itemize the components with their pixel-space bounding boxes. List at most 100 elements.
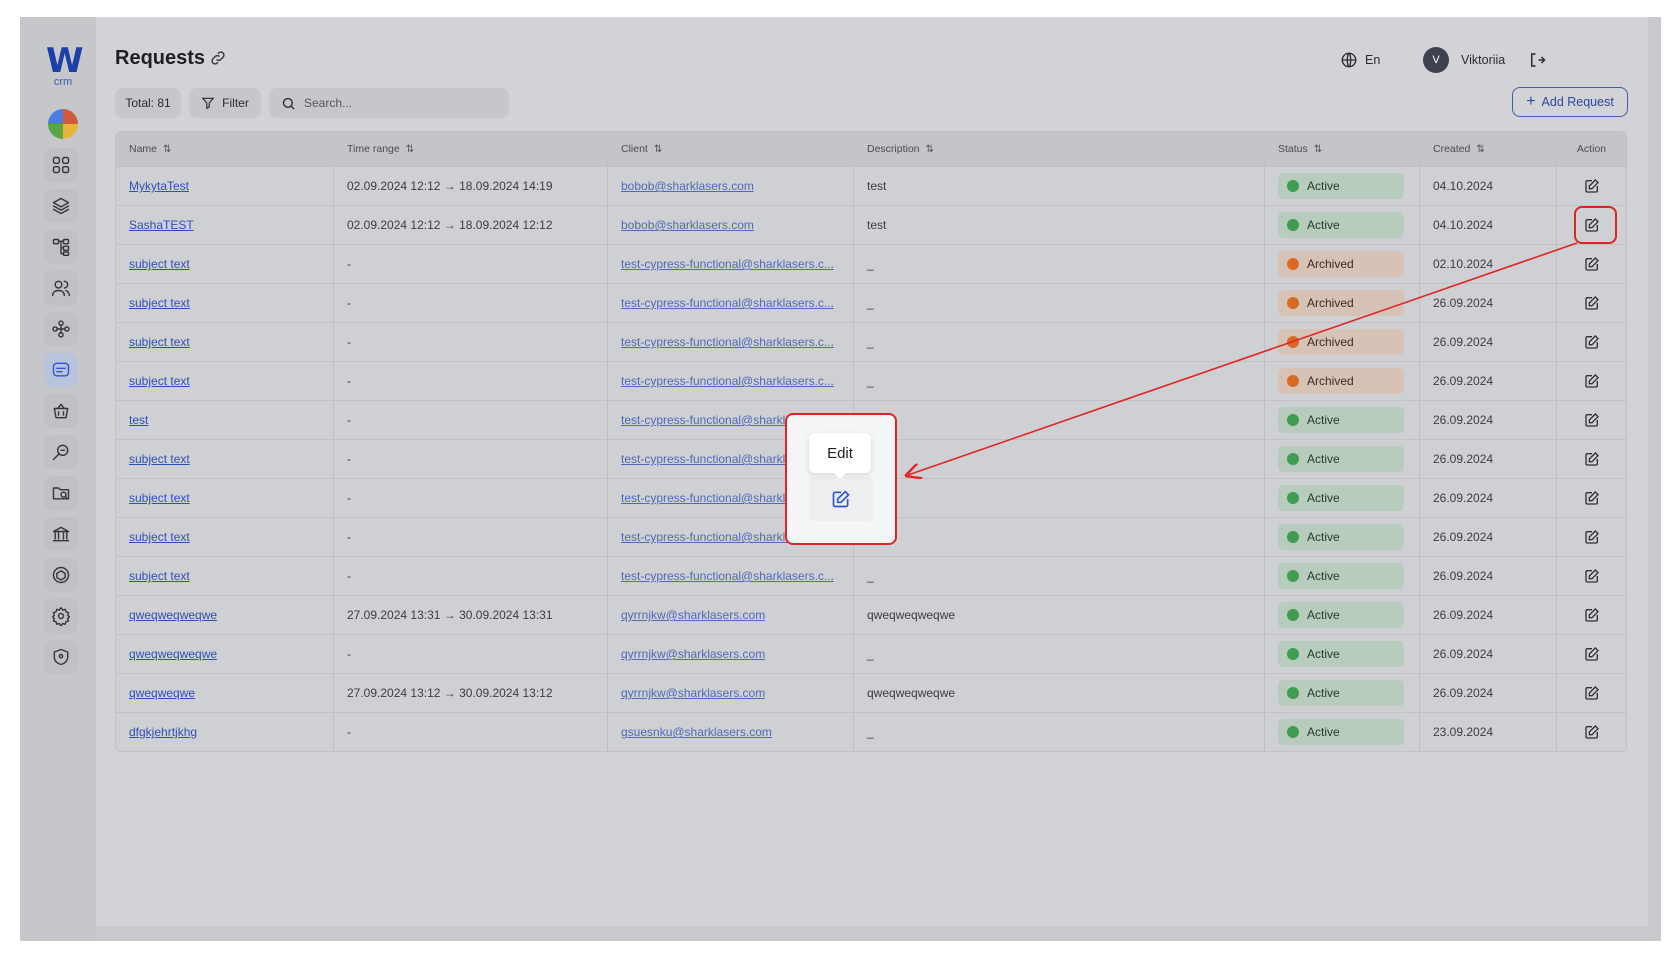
action-cell — [1557, 479, 1626, 517]
table-row[interactable]: qweqweqwe 27.09.2024 13:12 → 30.09.2024 1… — [116, 673, 1626, 712]
request-name-link[interactable]: subject text — [129, 374, 190, 388]
edit-button[interactable] — [1584, 607, 1600, 623]
status-dot-icon — [1287, 492, 1299, 504]
column-header-created[interactable]: Created ⇅ — [1420, 132, 1557, 166]
plus-icon: + — [1526, 93, 1536, 110]
client-email-link[interactable]: test-cypress-functional@sharklasers.c... — [621, 569, 834, 583]
sidebar-item-users[interactable] — [44, 271, 78, 305]
user-menu[interactable]: V Viktoriia — [1423, 47, 1505, 73]
status-badge: Active — [1278, 719, 1404, 745]
edit-button[interactable] — [1584, 451, 1600, 467]
column-header-client[interactable]: Client ⇅ — [608, 132, 854, 166]
client-email-link[interactable]: bobob@sharklasers.com — [621, 218, 754, 232]
table-row[interactable]: dfgkjehrtjkhg - gsuesnku@sharklasers.com _ A… — [116, 712, 1626, 751]
time-range-cell: - — [334, 713, 608, 751]
status-badge: Archived — [1278, 368, 1404, 394]
client-email-link[interactable]: qyrrnjkw@sharklasers.com — [621, 608, 765, 622]
sidebar-item-cube[interactable] — [44, 558, 78, 592]
sidebar-item-hierarchy[interactable] — [44, 230, 78, 264]
sidebar-item-org-structure[interactable] — [44, 312, 78, 346]
table-row[interactable]: subject text - test-cypress-functional@sha… — [116, 361, 1626, 400]
request-name-link[interactable]: subject text — [129, 530, 190, 544]
status-dot-icon — [1287, 375, 1299, 387]
edit-button[interactable] — [1584, 373, 1600, 389]
request-name-link[interactable]: qweqweqweqwe — [129, 608, 217, 622]
status-cell: Archived — [1265, 323, 1420, 361]
client-email-link[interactable]: test-cypress-functional@sharklasers.c... — [621, 296, 834, 310]
client-cell: qyrrnjkw@sharklasers.com — [608, 674, 854, 712]
request-name-link[interactable]: dfgkjehrtjkhg — [129, 725, 197, 739]
sidebar-item-settings[interactable] — [44, 599, 78, 633]
column-header-name[interactable]: Name ⇅ — [116, 132, 334, 166]
time-range-cell: 27.09.2024 13:31 → 30.09.2024 13:31 — [334, 596, 608, 634]
table-row[interactable]: subject text - test-cypress-functional@sha… — [116, 322, 1626, 361]
sidebar-item-bank[interactable] — [44, 517, 78, 551]
client-email-link[interactable]: gsuesnku@sharklasers.com — [621, 725, 772, 739]
table-row[interactable]: SashaTEST 02.09.2024 12:12 → 18.09.2024 1… — [116, 205, 1626, 244]
client-email-link[interactable]: test-cypress-functional@sharklasers.c... — [621, 335, 834, 349]
description-cell: _ — [854, 362, 1265, 400]
request-name-link[interactable]: subject text — [129, 335, 190, 349]
edit-button[interactable] — [1584, 646, 1600, 662]
request-name-link[interactable]: MykytaTest — [129, 179, 189, 193]
sidebar-item-shield[interactable] — [44, 640, 78, 674]
name-cell: subject text — [116, 440, 334, 478]
edit-button[interactable] — [1584, 568, 1600, 584]
request-name-link[interactable]: subject text — [129, 257, 190, 271]
column-header-time-range[interactable]: Time range ⇅ — [334, 132, 608, 166]
edit-button-zoomed[interactable] — [809, 477, 873, 521]
sidebar-item-requests[interactable] — [44, 353, 78, 387]
link-icon[interactable] — [209, 49, 227, 72]
search-input[interactable]: Search... — [269, 88, 509, 118]
request-name-link[interactable]: subject text — [129, 296, 190, 310]
edit-button[interactable] — [1584, 529, 1600, 545]
sidebar-item-key-search[interactable] — [44, 435, 78, 469]
client-email-link[interactable]: test-cypress-functional@sharklasers.c... — [621, 257, 834, 271]
edit-button[interactable] — [1584, 178, 1600, 194]
edit-button[interactable] — [1584, 295, 1600, 311]
request-name-link[interactable]: subject text — [129, 452, 190, 466]
annotation-highlight-edit — [1574, 206, 1617, 244]
name-cell: subject text — [116, 284, 334, 322]
table-row[interactable]: subject text - test-cypress-functional@sha… — [116, 283, 1626, 322]
request-name-link[interactable]: qweqweqweqwe — [129, 647, 217, 661]
logout-button[interactable] — [1528, 47, 1546, 73]
edit-button[interactable] — [1584, 685, 1600, 701]
table-row[interactable]: MykytaTest 02.09.2024 12:12 → 18.09.2024 … — [116, 166, 1626, 205]
edit-button[interactable] — [1584, 412, 1600, 428]
table-row[interactable]: qweqweqweqwe 27.09.2024 13:31 → 30.09.202… — [116, 595, 1626, 634]
status-badge: Archived — [1278, 329, 1404, 355]
sidebar-item-layers[interactable] — [44, 189, 78, 223]
client-email-link[interactable]: qyrrnjkw@sharklasers.com — [621, 647, 765, 661]
edit-button[interactable] — [1584, 256, 1600, 272]
table-row[interactable]: qweqweqweqwe - qyrrnjkw@sharklasers.com _ Ac… — [116, 634, 1626, 673]
status-badge: Archived — [1278, 290, 1404, 316]
edit-button[interactable] — [1584, 724, 1600, 740]
request-name-link[interactable]: subject text — [129, 491, 190, 505]
filter-button[interactable]: Filter — [189, 88, 261, 118]
app-logo[interactable]: W crm — [46, 44, 84, 88]
status-cell: Active — [1265, 596, 1420, 634]
time-range-cell: - — [334, 284, 608, 322]
status-cell: Archived — [1265, 362, 1420, 400]
request-name-link[interactable]: SashaTEST — [129, 218, 194, 232]
request-name-link[interactable]: qweqweqwe — [129, 686, 195, 700]
column-header-status[interactable]: Status ⇅ — [1265, 132, 1420, 166]
sidebar-item-basket[interactable] — [44, 394, 78, 428]
sidebar-item-dashboard-grid[interactable] — [44, 148, 78, 182]
client-email-link[interactable]: bobob@sharklasers.com — [621, 179, 754, 193]
language-switcher[interactable]: En — [1340, 47, 1380, 73]
edit-button[interactable] — [1584, 334, 1600, 350]
client-email-link[interactable]: qyrrnjkw@sharklasers.com — [621, 686, 765, 700]
request-name-link[interactable]: test — [129, 413, 148, 427]
sidebar-item-folder-search[interactable] — [44, 476, 78, 510]
table-row[interactable]: subject text - test-cypress-functional@sha… — [116, 556, 1626, 595]
color-wheel-icon[interactable] — [48, 109, 78, 139]
sort-icon: ⇅ — [653, 143, 663, 155]
edit-button[interactable] — [1584, 490, 1600, 506]
table-row[interactable]: subject text - test-cypress-functional@sha… — [116, 244, 1626, 283]
request-name-link[interactable]: subject text — [129, 569, 190, 583]
column-header-description[interactable]: Description ⇅ — [854, 132, 1265, 166]
client-email-link[interactable]: test-cypress-functional@sharklasers.c... — [621, 374, 834, 388]
add-request-button[interactable]: + Add Request — [1512, 87, 1628, 117]
